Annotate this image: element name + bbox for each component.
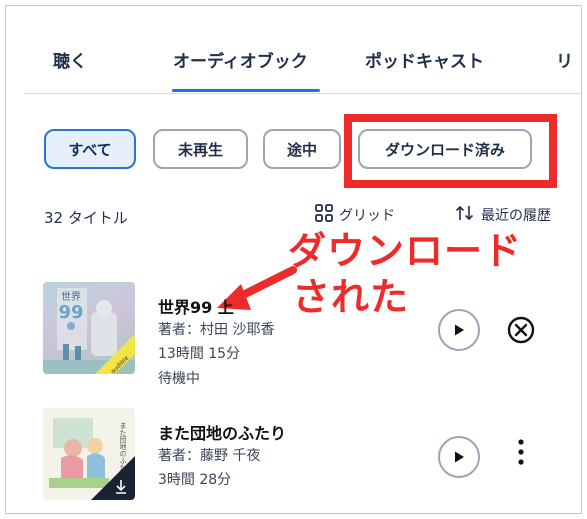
highlight-box: [344, 114, 557, 188]
book-cover-1[interactable]: 世界 99 audible: [43, 282, 135, 374]
grid-label: グリッド: [339, 208, 395, 224]
tab-library[interactable]: リ: [556, 47, 573, 72]
sort-button[interactable]: 最近の履歴: [455, 204, 551, 226]
book-title-1[interactable]: 世界99 上: [158, 294, 234, 318]
grid-view-button[interactable]: グリッド: [315, 204, 395, 226]
play-button-1[interactable]: [438, 309, 480, 351]
play-icon: [455, 324, 464, 336]
svg-text:99: 99: [58, 302, 83, 323]
filter-unplayed-chip[interactable]: 未再生: [153, 129, 248, 169]
annotation-line-1: ダウンロード: [288, 229, 523, 273]
book-cover-2[interactable]: また団地のふたり: [43, 408, 135, 500]
filter-in-progress-chip[interactable]: 途中: [263, 129, 341, 169]
filter-all-chip[interactable]: すべて: [44, 129, 136, 169]
book-duration-2: 3時間 28分: [158, 472, 232, 488]
sort-arrows-icon: [455, 204, 475, 226]
tabs-divider: [24, 93, 581, 94]
title-count: 32 タイトル: [44, 209, 128, 227]
tab-audiobooks[interactable]: オーディオブック: [173, 47, 308, 72]
tab-listen[interactable]: 聴く: [53, 47, 87, 72]
tab-podcasts[interactable]: ポッドキャスト: [365, 47, 484, 72]
book-title-2[interactable]: また団地のふたり: [158, 420, 286, 444]
sort-label: 最近の履歴: [481, 208, 551, 224]
book-status-1: 待機中: [158, 371, 200, 387]
active-tab-indicator: [172, 89, 320, 92]
more-vertical-icon: [518, 439, 524, 465]
book-author-2: 著者：藤野 千夜: [158, 448, 261, 464]
book-duration-1: 13時間 15分: [158, 346, 241, 362]
play-button-2[interactable]: [438, 436, 480, 478]
grid-icon: [315, 204, 333, 226]
annotation-text: ダウンロード された: [288, 228, 522, 320]
more-options-button[interactable]: [510, 437, 532, 471]
annotation-line-2: された: [292, 275, 410, 319]
close-circle-icon: [507, 316, 535, 344]
app-frame: 聴く オーディオブック ポッドキャスト リ すべて 未再生 途中 ダウンロード済…: [5, 5, 582, 514]
top-tabs: 聴く オーディオブック ポッドキャスト リ: [6, 6, 581, 98]
play-icon: [455, 451, 464, 463]
cancel-download-button[interactable]: [506, 315, 536, 349]
book-author-1: 著者：村田 沙耶香: [158, 322, 275, 338]
